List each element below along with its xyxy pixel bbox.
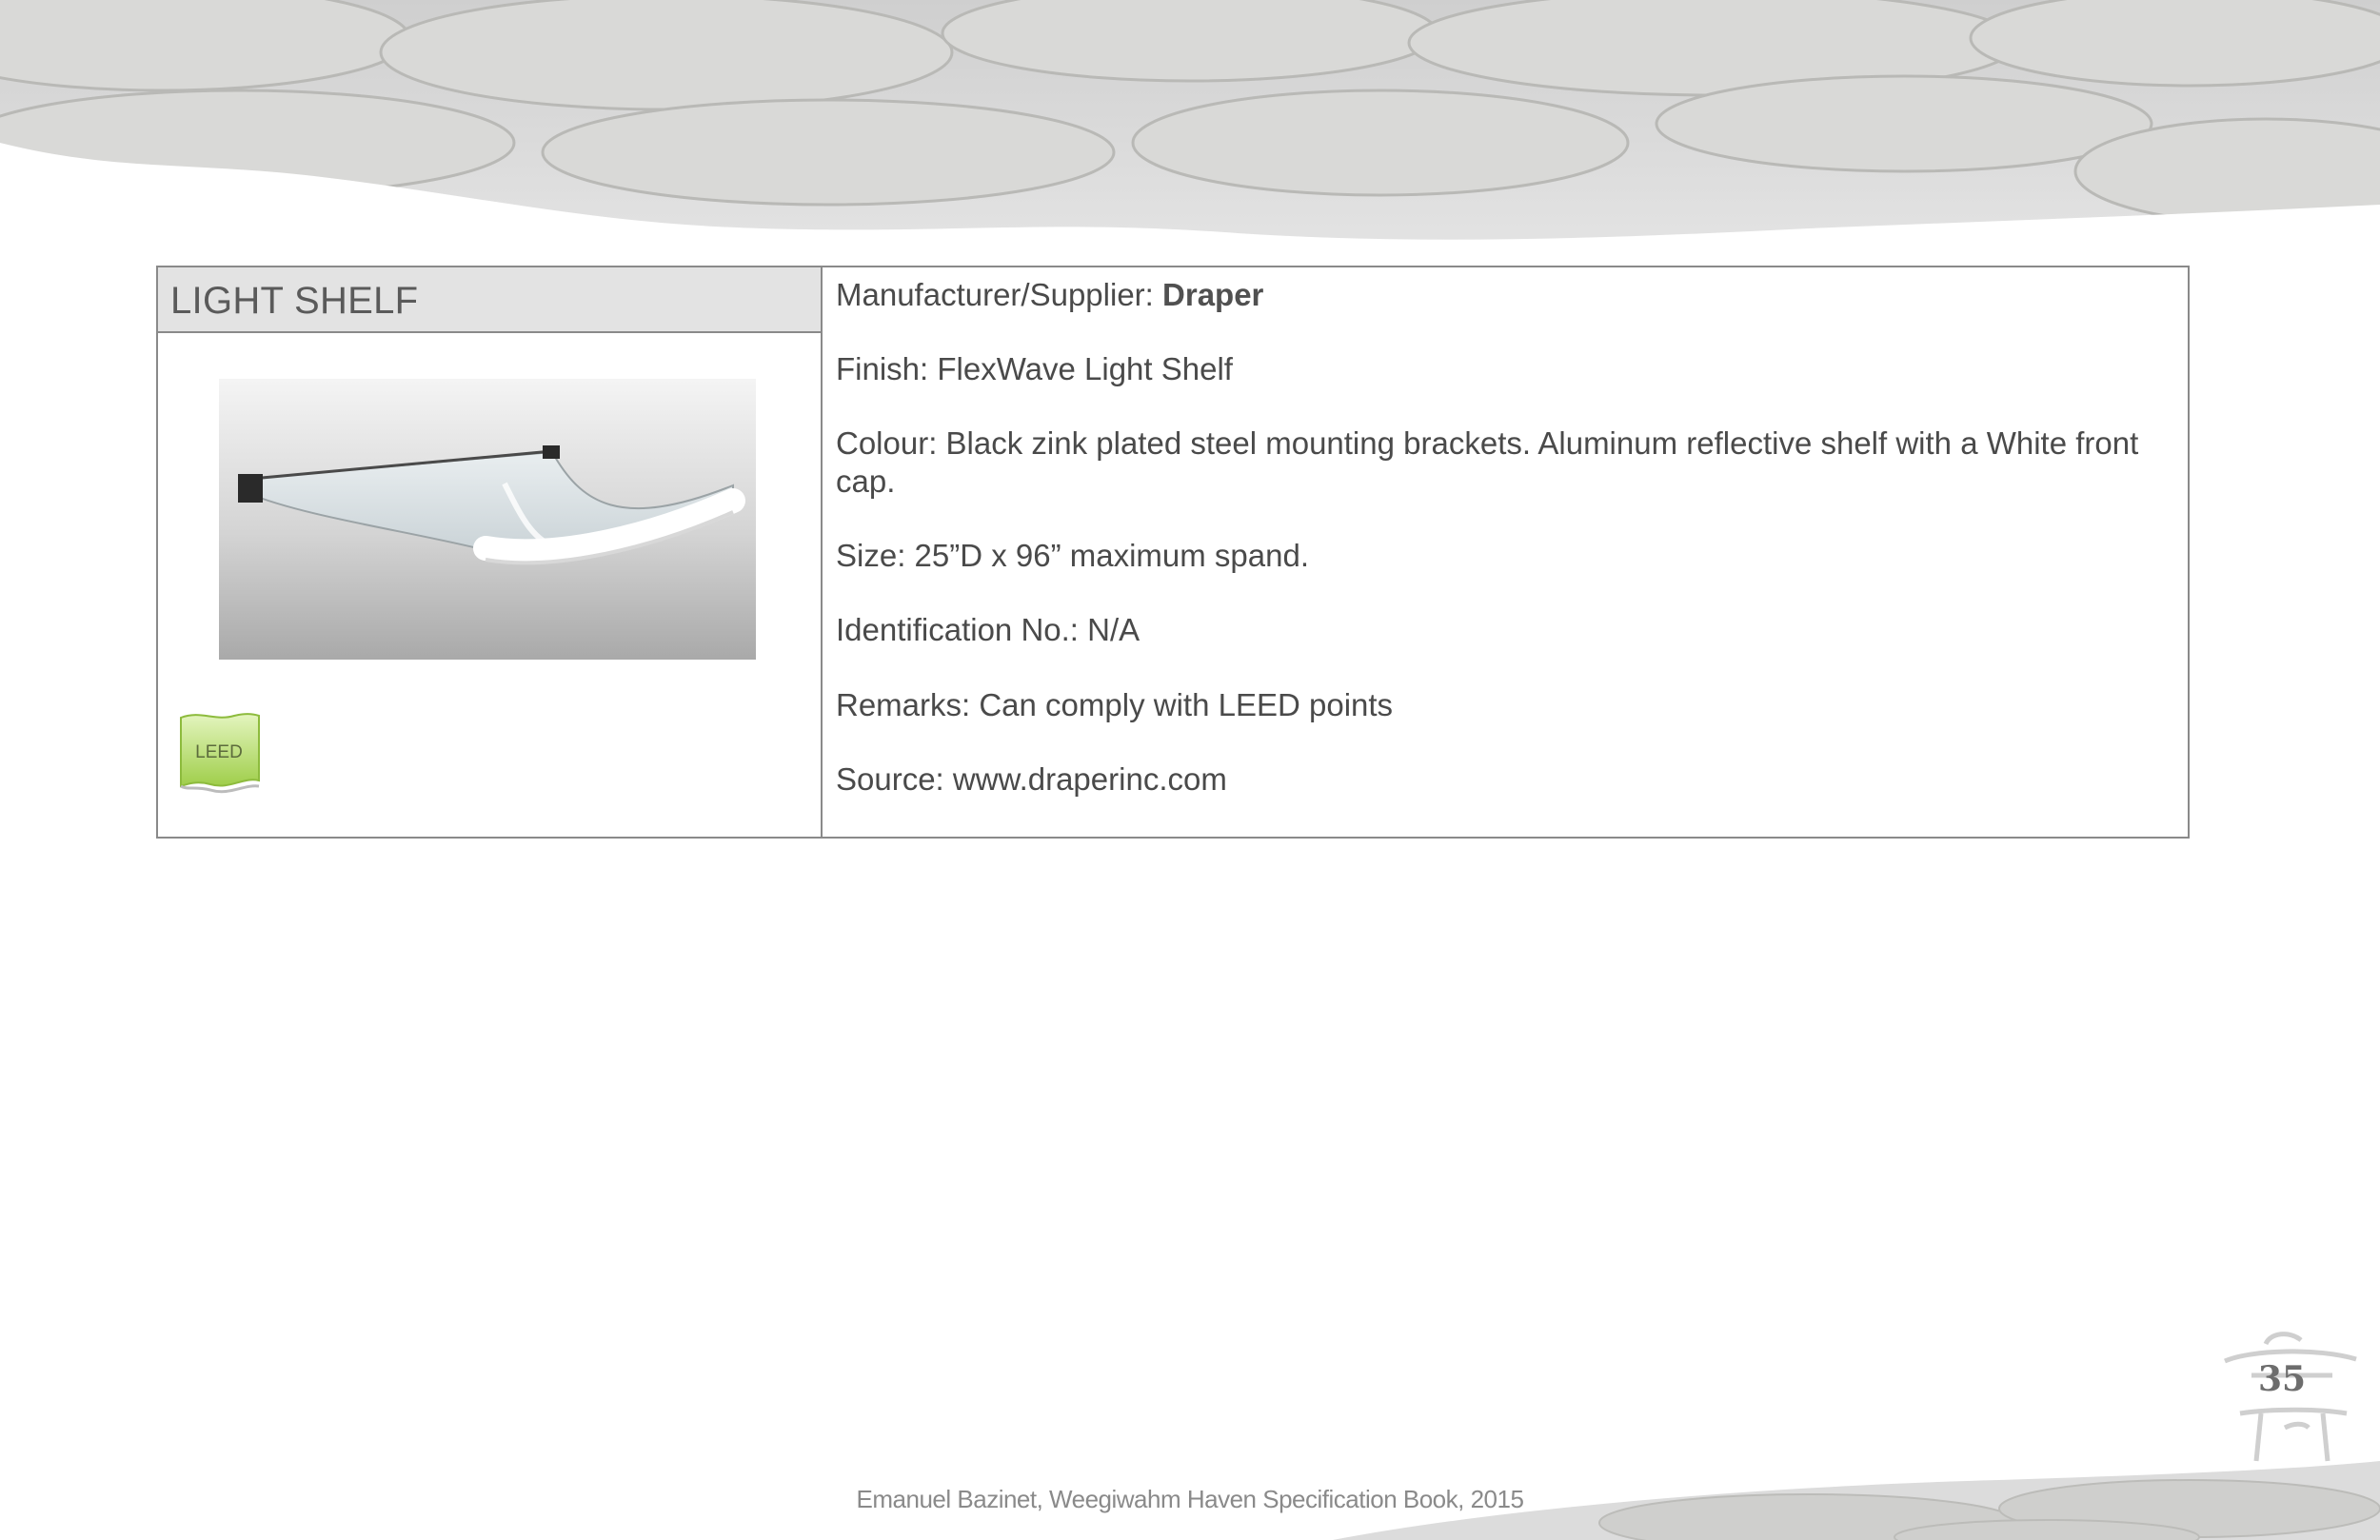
manufacturer-label: Manufacturer/Supplier: — [836, 277, 1163, 312]
footer-caption: Emanuel Bazinet, Weegiwahm Haven Specifi… — [856, 1485, 1524, 1513]
remarks-line: Remarks: Can comply with LEED points — [836, 687, 1394, 722]
identification-line: Identification No.: N/A — [836, 612, 1140, 647]
manufacturer-line: Manufacturer/Supplier: Draper — [836, 276, 2169, 314]
product-title: LIGHT SHELF — [170, 280, 419, 322]
leed-badge: LEED — [177, 710, 263, 796]
page-number: 35 — [2258, 1359, 2307, 1399]
colour-line: Colour: Black zink plated steel mounting… — [836, 425, 2139, 499]
title-cell: LIGHT SHELF — [158, 267, 821, 333]
light-shelf-image — [219, 379, 756, 660]
source-line: Source: www.draperinc.com — [836, 761, 1227, 797]
size-line: Size: 25”D x 96” maximum spand. — [836, 538, 1310, 573]
finish-line: Finish: FlexWave Light Shelf — [836, 351, 1233, 386]
spec-table: LIGHT SHELF LEED Manufacturer/Supplier: … — [156, 266, 2190, 839]
product-column: LIGHT SHELF LEED — [158, 267, 823, 837]
stone-wall-banner — [0, 0, 2380, 257]
leed-flag-icon: LEED — [180, 713, 260, 794]
manufacturer-value: Draper — [1162, 277, 1264, 312]
stone-wall-footer — [1333, 1461, 2380, 1540]
leed-badge-label: LEED — [195, 742, 243, 762]
